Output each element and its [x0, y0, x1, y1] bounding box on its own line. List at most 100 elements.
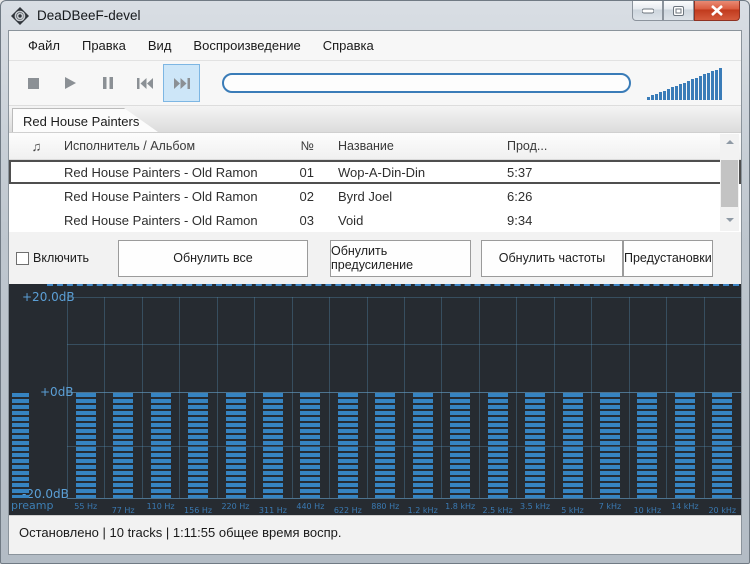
volume-bar: [675, 85, 678, 100]
eq-button[interactable]: Обнулить все: [118, 239, 308, 277]
volume-bar: [683, 82, 686, 100]
cell-number: 01: [299, 164, 314, 180]
eq-band-slider[interactable]: [712, 393, 733, 498]
app-logo-icon: [11, 6, 29, 25]
column-title[interactable]: Название: [322, 139, 505, 153]
eq-band-label: 156 Hz: [184, 506, 213, 515]
eq-grid-line: [666, 297, 668, 498]
eq-band-label: 20 kHz: [708, 506, 737, 515]
eq-button[interactable]: Обнулить предусиление: [330, 239, 471, 277]
eq-band-slider[interactable]: [375, 393, 396, 498]
seek-bar[interactable]: [222, 73, 631, 93]
eq-band-slider[interactable]: [487, 393, 508, 498]
eq-grid-line: [329, 297, 331, 498]
menu-item[interactable]: Вид: [137, 31, 183, 61]
eq-preamp-slider[interactable]: [12, 393, 29, 498]
eq-grid-line: [516, 297, 518, 498]
eq-button[interactable]: Обнулить частоты: [481, 239, 623, 277]
eq-grid-line: [67, 498, 741, 499]
eq-band-slider[interactable]: [525, 393, 546, 498]
eq-grid-line: [441, 297, 443, 498]
table-row[interactable]: Red House Painters - Old Ramon 02 Byrd J…: [9, 184, 741, 208]
equalizer-panel[interactable]: +20.0dB +0dB -20.0dB preamp 55 Hz 77 Hz 11…: [9, 284, 741, 515]
playlist-area: ♫ Исполнитель / Альбом № Название Прод..…: [9, 133, 741, 232]
volume-slider[interactable]: [647, 66, 727, 100]
eq-enable-label: Включить: [33, 251, 90, 265]
eq-button[interactable]: Предустановки: [623, 239, 713, 277]
volume-bar: [647, 97, 650, 100]
minimize-button[interactable]: [632, 1, 663, 21]
play-icon: [65, 77, 76, 89]
eq-band-slider[interactable]: [450, 393, 471, 498]
next-track-button[interactable]: [163, 64, 200, 102]
table-row[interactable]: Red House Painters - Old Ramon 01 Wop-A-…: [9, 160, 741, 184]
eq-band-slider[interactable]: [637, 393, 658, 498]
status-text: Остановлено | 10 tracks | 1:11:55 общее …: [19, 525, 342, 540]
stop-button[interactable]: [15, 64, 52, 102]
previous-track-button[interactable]: [126, 64, 163, 102]
menu-item[interactable]: Справка: [312, 31, 385, 61]
menu-bar: Файл Правка Вид Воспроизведение Справка: [9, 31, 741, 61]
eq-band-slider[interactable]: [337, 393, 358, 498]
scroll-up-icon[interactable]: [720, 134, 739, 149]
cell-number: 03: [299, 212, 314, 228]
menu-item[interactable]: Правка: [71, 31, 137, 61]
eq-band-slider[interactable]: [412, 393, 433, 498]
volume-bar: [695, 77, 698, 100]
eq-grid-line: [179, 297, 181, 498]
pause-button[interactable]: [89, 64, 126, 102]
volume-bar: [691, 79, 694, 100]
eq-band-slider[interactable]: [300, 393, 321, 498]
eq-band-slider[interactable]: [150, 393, 171, 498]
cell-title: Void: [338, 212, 364, 228]
eq-band-slider[interactable]: [75, 393, 96, 498]
volume-bar: [663, 90, 666, 100]
title-bar[interactable]: DeaDBeeF-devel: [1, 1, 749, 30]
column-duration[interactable]: Прод...: [505, 139, 741, 153]
cell-duration: 9:34: [507, 212, 533, 228]
eq-band-slider[interactable]: [562, 393, 583, 498]
maximize-button[interactable]: [663, 1, 694, 21]
eq-band-label: 440 Hz: [296, 502, 325, 511]
eq-band-slider[interactable]: [599, 393, 620, 498]
eq-grid-line: [404, 297, 405, 498]
eq-band-slider[interactable]: [113, 393, 134, 498]
close-icon: [711, 5, 723, 16]
column-number[interactable]: №: [299, 139, 314, 153]
menu-item[interactable]: Воспроизведение: [182, 31, 311, 61]
scroll-down-icon[interactable]: [720, 212, 739, 227]
volume-bar: [667, 88, 670, 100]
eq-grid-line: [216, 297, 218, 498]
playlist-scrollbar[interactable]: [720, 134, 739, 231]
menu-item[interactable]: Файл: [17, 31, 71, 61]
eq-band-label: 14 kHz: [671, 502, 699, 511]
eq-band-label: 880 Hz: [371, 502, 400, 511]
eq-grid: 55 Hz 77 Hz 110 Hz 156 Hz 220 Hz 311 Hz 440 Hz…: [67, 297, 741, 515]
close-button[interactable]: [694, 1, 740, 21]
eq-band-slider[interactable]: [225, 393, 246, 498]
eq-band-slider[interactable]: [262, 393, 283, 498]
client-area: Файл Правка Вид Воспроизведение Справка Red …: [8, 30, 742, 555]
eq-band-label: 7 kHz: [598, 502, 622, 511]
play-button[interactable]: [52, 64, 89, 102]
playlist-rows: Red House Painters - Old Ramon 01 Wop-A-…: [9, 160, 741, 232]
playlist-header[interactable]: ♫ Исполнитель / Альбом № Название Прод..…: [9, 133, 741, 160]
eq-band-slider[interactable]: [674, 393, 695, 498]
playlist-tab[interactable]: Red House Painters: [12, 108, 158, 132]
volume-bar: [715, 69, 718, 100]
eq-grid-line: [478, 297, 480, 498]
window-title: DeaDBeeF-devel: [37, 8, 141, 23]
table-row[interactable]: Red House Painters - Old Ramon 03 Void 9…: [9, 208, 741, 232]
cell-artist-album: Red House Painters - Old Ramon: [64, 212, 258, 228]
eq-preamp-label: preamp: [11, 499, 54, 512]
eq-focus-dashed-border: [47, 284, 739, 286]
column-artist-album[interactable]: Исполнитель / Альбом: [64, 139, 299, 153]
scrollbar-thumb[interactable]: [721, 160, 738, 207]
eq-enable-checkbox[interactable]: [16, 251, 29, 265]
volume-bar: [707, 72, 710, 100]
eq-grid-line: [591, 297, 593, 498]
volume-bar: [699, 76, 702, 100]
eq-band-label: 10 kHz: [633, 506, 662, 515]
playback-toolbar: [9, 61, 741, 106]
eq-band-slider[interactable]: [188, 393, 209, 498]
